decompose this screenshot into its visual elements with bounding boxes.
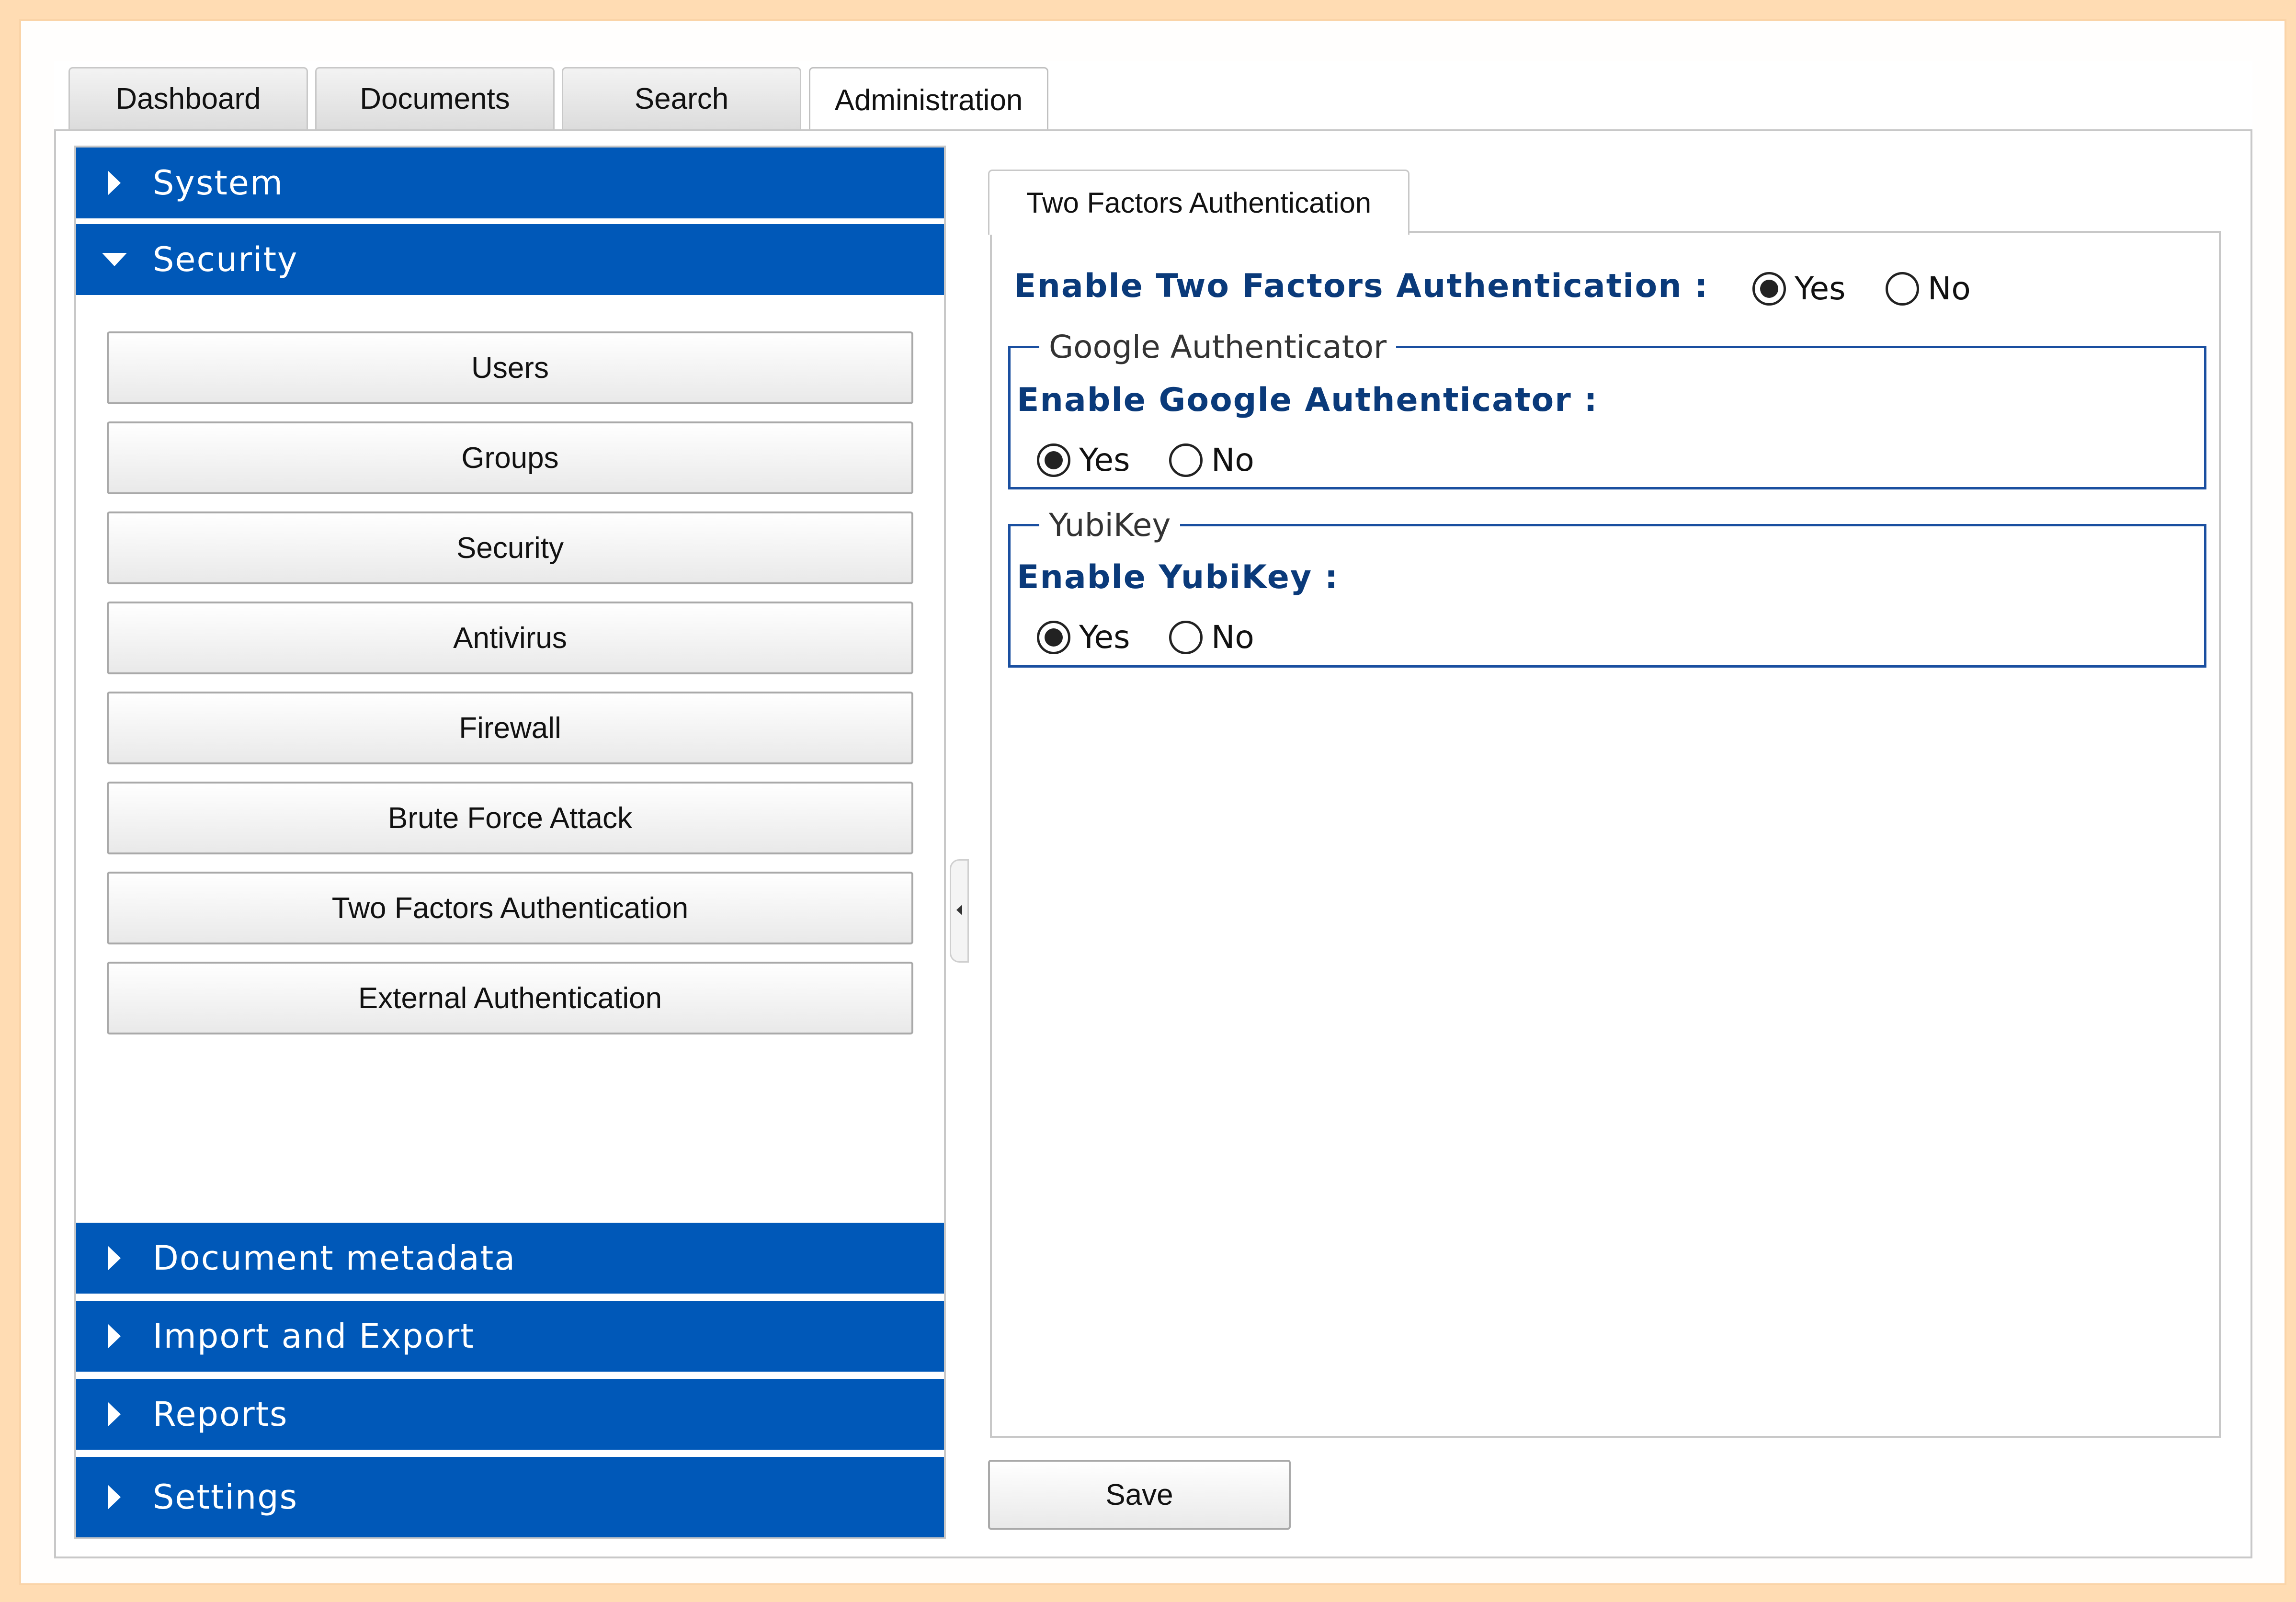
- caret-right-icon: [76, 1324, 153, 1348]
- radio-label: Yes: [1079, 619, 1130, 656]
- radio-label: Yes: [1795, 270, 1846, 307]
- radio-checked-icon: [1752, 272, 1786, 306]
- accordion-label: Security: [153, 240, 298, 279]
- collapse-left-icon: [956, 905, 962, 917]
- accordion-label: System: [153, 163, 284, 203]
- firewall-button[interactable]: Firewall: [107, 692, 913, 764]
- accordion-import-export[interactable]: Import and Export: [76, 1301, 944, 1375]
- administration-content: System Security Users Groups Security An…: [54, 129, 2252, 1558]
- caret-down-icon: [76, 253, 153, 266]
- enable-2fa-label: Enable Two Factors Authentication :: [1014, 267, 1709, 305]
- caret-right-icon: [76, 1246, 153, 1270]
- accordion-reports[interactable]: Reports: [76, 1379, 944, 1453]
- accordion-label: Document metadata: [153, 1238, 516, 1278]
- tab-two-factors-authentication[interactable]: Two Factors Authentication: [988, 170, 1409, 235]
- accordion-document-metadata[interactable]: Document metadata: [76, 1223, 944, 1296]
- radio-checked-icon: [1037, 620, 1070, 654]
- admin-sidebar: System Security Users Groups Security An…: [74, 146, 946, 1539]
- users-button[interactable]: Users: [107, 331, 913, 404]
- caret-right-icon: [76, 1402, 153, 1426]
- google-no-radio[interactable]: No: [1169, 442, 1254, 478]
- security-button[interactable]: Security: [107, 511, 913, 584]
- group-legend: YubiKey: [1049, 507, 1171, 544]
- accordion-security[interactable]: Security: [76, 224, 944, 298]
- tab-dashboard[interactable]: Dashboard: [68, 67, 308, 129]
- radio-label: No: [1928, 270, 1971, 307]
- enable-google-authenticator-label: Enable Google Authenticator :: [1017, 381, 1598, 419]
- external-authentication-button[interactable]: External Authentication: [107, 962, 913, 1034]
- radio-unchecked-icon: [1886, 272, 1919, 306]
- two-factors-panel: Enable Two Factors Authentication : Yes …: [990, 231, 2221, 1438]
- tab-documents[interactable]: Documents: [315, 67, 555, 129]
- caret-right-icon: [76, 1485, 153, 1509]
- accordion-system[interactable]: System: [76, 148, 944, 221]
- radio-label: No: [1211, 442, 1254, 478]
- antivirus-button[interactable]: Antivirus: [107, 602, 913, 674]
- tab-administration[interactable]: Administration: [809, 67, 1048, 132]
- radio-unchecked-icon: [1169, 620, 1203, 654]
- enable-yubikey-label: Enable YubiKey :: [1017, 558, 1339, 596]
- radio-checked-icon: [1037, 443, 1070, 477]
- brute-force-attack-button[interactable]: Brute Force Attack: [107, 782, 913, 854]
- tab-search[interactable]: Search: [562, 67, 801, 129]
- sidebar-collapse-handle[interactable]: [950, 859, 969, 963]
- admin-app: Dashboard Documents Search Administratio…: [54, 61, 2252, 1558]
- enable-2fa-no-radio[interactable]: No: [1886, 270, 1971, 307]
- accordion-label: Settings: [153, 1477, 298, 1517]
- accordion-settings[interactable]: Settings: [76, 1457, 944, 1537]
- caret-right-icon: [76, 171, 153, 195]
- google-yes-radio[interactable]: Yes: [1037, 442, 1130, 478]
- save-button[interactable]: Save: [988, 1460, 1291, 1530]
- yubikey-no-radio[interactable]: No: [1169, 619, 1254, 656]
- radio-label: Yes: [1079, 442, 1130, 478]
- two-factors-authentication-button[interactable]: Two Factors Authentication: [107, 872, 913, 944]
- accordion-label: Import and Export: [153, 1317, 475, 1356]
- accordion-label: Reports: [153, 1395, 288, 1434]
- groups-button[interactable]: Groups: [107, 421, 913, 494]
- group-legend: Google Authenticator: [1049, 329, 1387, 365]
- radio-label: No: [1211, 619, 1254, 656]
- radio-unchecked-icon: [1169, 443, 1203, 477]
- yubikey-yes-radio[interactable]: Yes: [1037, 619, 1130, 656]
- enable-2fa-yes-radio[interactable]: Yes: [1752, 270, 1846, 307]
